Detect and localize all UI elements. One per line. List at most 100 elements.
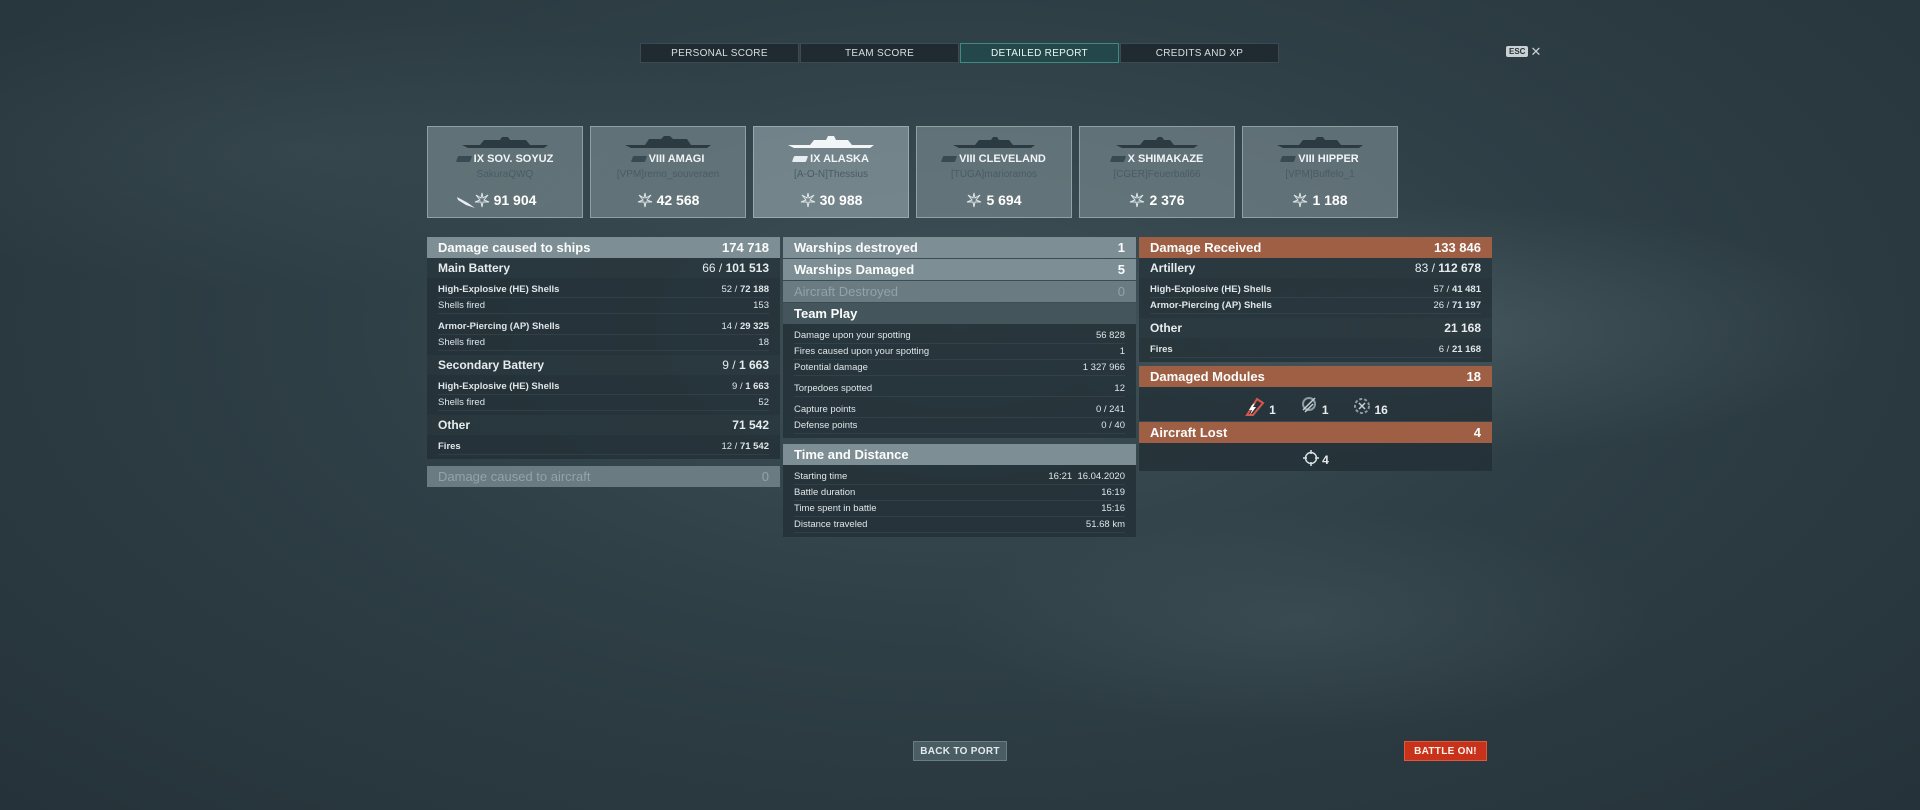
module-item: 1 bbox=[1298, 395, 1329, 417]
ship-card[interactable]: VIII HIPPER [VPM]Buffelo_1 1 188 bbox=[1242, 126, 1398, 218]
stat-row: Fires 12 / 71 542 bbox=[438, 439, 769, 455]
ship-silhouette-icon bbox=[1116, 137, 1198, 148]
nation-flag-icon bbox=[1109, 156, 1126, 163]
nation-flag-icon bbox=[791, 156, 809, 163]
ship-silhouette-icon bbox=[625, 136, 711, 148]
stat-row: Shells fired 52 bbox=[438, 395, 769, 411]
ship-card[interactable]: VIII CLEVELAND [TUGA]marioramos 5 694 bbox=[916, 126, 1072, 218]
ship-card[interactable]: IX SOV. SOYUZ SakuraQWQ 91 904 bbox=[427, 126, 583, 218]
ship-card-current[interactable]: IX ALASKA [A-O-N]Thessius 30 988 bbox=[753, 126, 909, 218]
ship-card[interactable]: X SHIMAKAZE [CGER]Feuerball66 2 376 bbox=[1079, 126, 1235, 218]
aircraft-lost-header: Aircraft Lost 4 bbox=[1139, 422, 1492, 443]
stat-row: Potential damage 1 327 966 bbox=[794, 360, 1125, 376]
stat-row: Capture points 0 / 241 bbox=[794, 402, 1125, 418]
ship-silhouette-icon bbox=[1277, 137, 1363, 148]
ship-name: VIII AMAGI bbox=[591, 153, 745, 165]
damage-dealt-panel: Damage caused to ships 174 718 Main Batte… bbox=[427, 237, 780, 487]
stat-row: Distance traveled 51.68 km bbox=[794, 517, 1125, 533]
team-play-header: Team Play bbox=[783, 303, 1136, 324]
player-name: [VPM]remo_souveraen bbox=[616, 169, 720, 180]
main-battery-details: High-Explosive (HE) Shells 52 / 72 188 Sh… bbox=[427, 278, 780, 355]
team-play-panel: Warships destroyed 1 Warships Damaged 5 Ai… bbox=[783, 237, 1136, 537]
received-other-row: Other 21 168 bbox=[1139, 318, 1492, 338]
aircraft-item: 4 bbox=[1302, 449, 1329, 467]
time-distance-details: Starting time 16:21 16.04.2020 Battle dur… bbox=[783, 465, 1136, 537]
other-details: Fires 12 / 71 542 bbox=[427, 435, 780, 459]
stat-row: Fires caused upon your spotting 1 bbox=[794, 344, 1125, 360]
player-name: [VPM]Buffelo_1 bbox=[1285, 169, 1355, 180]
tab-credits-and-xp[interactable]: CREDITS AND XP bbox=[1120, 43, 1279, 63]
tab-personal-score[interactable]: PERSONAL SCORE bbox=[640, 43, 799, 63]
nation-flag-icon bbox=[630, 156, 647, 163]
damage-ships-header: Damage caused to ships 174 718 bbox=[427, 237, 780, 258]
tab-detailed-report[interactable]: DETAILED REPORT bbox=[960, 43, 1119, 63]
damage-received-panel: Damage Received 133 846 Artillery 83 / 11… bbox=[1139, 237, 1492, 471]
warships-destroyed-header: Warships destroyed 1 bbox=[783, 237, 1136, 258]
stat-row: Defense points 0 / 40 bbox=[794, 418, 1125, 434]
player-name: [A-O-N]Thessius bbox=[794, 169, 868, 180]
ship-damage: 42 568 bbox=[591, 192, 745, 208]
nation-flag-icon bbox=[1280, 156, 1297, 163]
ship-name: X SHIMAKAZE bbox=[1080, 153, 1234, 165]
player-name: SakuraQWQ bbox=[476, 169, 534, 180]
stat-row: Fires 6 / 21 168 bbox=[1150, 342, 1481, 358]
damage-icon bbox=[637, 192, 652, 208]
secondary-details: High-Explosive (HE) Shells 9 / 1 663 Shel… bbox=[427, 375, 780, 415]
ship-damage: 91 904 bbox=[428, 192, 582, 208]
damage-icon bbox=[800, 192, 815, 208]
turret-module-icon bbox=[1353, 398, 1370, 414]
stat-row: Battle duration 16:19 bbox=[794, 485, 1125, 501]
stat-row: Armor-Piercing (AP) Shells 26 / 71 197 bbox=[1150, 298, 1481, 314]
stat-row: Damage upon your spotting 56 828 bbox=[794, 328, 1125, 344]
nation-flag-icon bbox=[455, 156, 472, 163]
team-play-details: Damage upon your spotting 56 828 Fires ca… bbox=[783, 324, 1136, 438]
player-name: [TUGA]marioramos bbox=[950, 169, 1038, 180]
ship-name: IX ALASKA bbox=[754, 153, 908, 165]
secondary-battery-row: Secondary Battery 9 / 1 663 bbox=[427, 355, 780, 375]
artillery-details: High-Explosive (HE) Shells 57 / 41 481 Ar… bbox=[1139, 278, 1492, 318]
stat-row: Shells fired 153 bbox=[438, 298, 769, 314]
stat-row: Starting time 16:21 16.04.2020 bbox=[794, 469, 1125, 485]
ship-name: VIII CLEVELAND bbox=[917, 153, 1071, 165]
ship-cards: IX SOV. SOYUZ SakuraQWQ 91 904 VIII AMAG… bbox=[427, 126, 1398, 218]
battle-button[interactable]: BATTLE ON! bbox=[1404, 741, 1487, 761]
damage-received-header: Damage Received 133 846 bbox=[1139, 237, 1492, 258]
fire-module-icon bbox=[1245, 397, 1265, 416]
tab-team-score[interactable]: TEAM SCORE bbox=[800, 43, 959, 63]
damage-icon bbox=[967, 192, 982, 208]
back-to-port-button[interactable]: BACK TO PORT bbox=[913, 741, 1007, 761]
ship-name: IX SOV. SOYUZ bbox=[428, 153, 582, 165]
received-other-details: Fires 6 / 21 168 bbox=[1139, 338, 1492, 362]
ship-damage: 30 988 bbox=[754, 192, 908, 208]
stat-row: High-Explosive (HE) Shells 9 / 1 663 bbox=[438, 379, 769, 395]
module-item: 1 bbox=[1243, 395, 1276, 417]
ship-silhouette-icon bbox=[788, 136, 874, 148]
aircraft-lost-details: 4 bbox=[1139, 443, 1492, 471]
aircraft-destroyed-header: Aircraft Destroyed 0 bbox=[783, 281, 1136, 302]
stat-row: Time spent in battle 15:16 bbox=[794, 501, 1125, 517]
esc-key-icon: ESC bbox=[1506, 46, 1529, 57]
other-row: Other 71 542 bbox=[427, 415, 780, 435]
close-icon: ✕ bbox=[1530, 43, 1542, 59]
damage-icon bbox=[1293, 192, 1308, 208]
ship-damage: 5 694 bbox=[917, 192, 1071, 208]
crosshair-icon bbox=[1303, 450, 1320, 466]
damage-aircraft-header: Damage caused to aircraft 0 bbox=[427, 466, 780, 487]
ship-card[interactable]: VIII AMAGI [VPM]remo_souveraen 42 568 bbox=[590, 126, 746, 218]
report-tabs: PERSONAL SCORE TEAM SCORE DETAILED REPOR… bbox=[640, 43, 1280, 63]
player-name: [CGER]Feuerball66 bbox=[1113, 169, 1201, 180]
stat-row: High-Explosive (HE) Shells 52 / 72 188 bbox=[438, 282, 769, 298]
ship-silhouette-icon bbox=[462, 137, 548, 148]
ship-damage: 1 188 bbox=[1243, 192, 1397, 208]
time-distance-header: Time and Distance bbox=[783, 444, 1136, 465]
damage-icon bbox=[1130, 192, 1145, 208]
ship-silhouette-icon bbox=[953, 137, 1035, 148]
ship-name: VIII HIPPER bbox=[1243, 153, 1397, 165]
engine-module-icon bbox=[1301, 397, 1316, 413]
ship-damage: 2 376 bbox=[1080, 192, 1234, 208]
stat-row: Torpedoes spotted 12 bbox=[794, 381, 1125, 397]
artillery-row: Artillery 83 / 112 678 bbox=[1139, 258, 1492, 278]
damaged-modules-header: Damaged Modules 18 bbox=[1139, 366, 1492, 387]
close-button[interactable]: ESC ✕ bbox=[1506, 43, 1542, 59]
stat-row: Armor-Piercing (AP) Shells 14 / 29 325 bbox=[438, 319, 769, 335]
